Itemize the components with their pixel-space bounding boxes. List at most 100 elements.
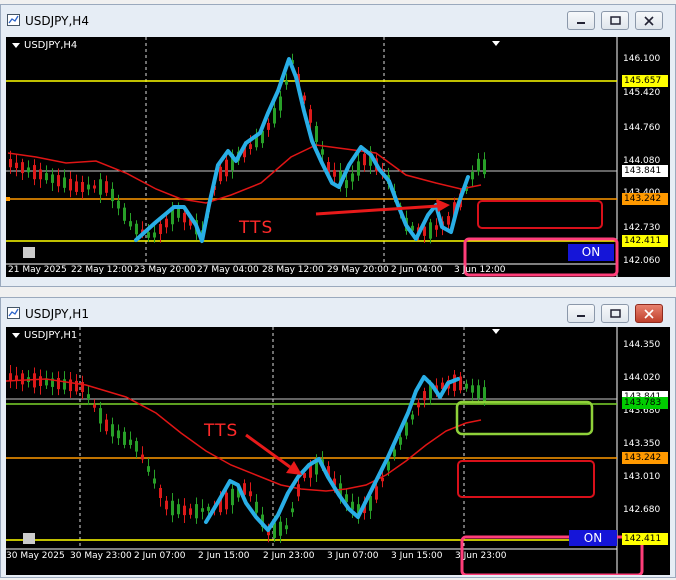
candle-body — [405, 422, 408, 436]
maximize-icon — [610, 16, 621, 25]
candle-body — [147, 466, 150, 472]
time-axis-label: 2 Jun 15:00 — [198, 551, 250, 561]
window-title: USDJPY,H1 — [25, 307, 89, 321]
candle-body — [33, 165, 36, 180]
candle-body — [21, 162, 24, 174]
price-scale-label: 142.680 — [623, 505, 661, 515]
candle-body — [207, 506, 210, 511]
candle-body — [381, 477, 384, 482]
candle-body — [351, 173, 354, 182]
time-axis-label: 3 Jun 15:00 — [391, 551, 443, 561]
time-axis-label: 2 Jun 23:00 — [263, 551, 315, 561]
candle-body — [273, 108, 276, 124]
candle-body — [39, 169, 42, 180]
time-axis-label: 23 May 20:00 — [134, 265, 196, 275]
time-axis-label: 2 Jun 07:00 — [134, 551, 186, 561]
minimize-icon — [577, 22, 585, 24]
candle-body — [393, 449, 396, 457]
candle-body — [201, 508, 204, 512]
candle-body — [255, 501, 258, 513]
candle-body — [99, 408, 102, 424]
maximize-button[interactable] — [601, 304, 629, 323]
candle-body — [135, 441, 138, 452]
time-axis-label: 30 May 23:00 — [70, 551, 132, 561]
price-chart-h4[interactable]: USDJPY,H4 146.100 145.420 144.760 144.08… — [6, 37, 670, 277]
candle-body — [111, 188, 114, 202]
candle-body — [57, 377, 60, 390]
candle-body — [63, 379, 66, 390]
candle-body — [159, 487, 162, 499]
candle-body — [429, 222, 432, 239]
chart-canvas-h4 — [6, 37, 619, 277]
price-scale-label: 142.730 — [623, 223, 661, 233]
time-axis-label: 27 May 04:00 — [197, 265, 259, 275]
window-titlebar[interactable]: USDJPY,H4 — [1, 5, 675, 37]
chart-corner-marker[interactable] — [23, 533, 35, 544]
candle-body — [399, 437, 402, 445]
candle-body — [129, 439, 132, 445]
dropdown-triangle-icon[interactable] — [12, 332, 20, 338]
candle-body — [105, 419, 108, 432]
candle-body — [471, 385, 474, 393]
candle-body — [51, 174, 54, 183]
candle-body — [81, 381, 84, 393]
candle-body — [183, 212, 186, 223]
candle-body — [135, 223, 138, 235]
price-scale-label: 143.010 — [623, 472, 661, 482]
time-axis-label: 2 Jun 04:00 — [391, 265, 443, 275]
candle-body — [105, 181, 108, 193]
candle-body — [387, 461, 390, 471]
candle-body — [45, 173, 48, 181]
on-toggle-button[interactable]: ON — [569, 530, 617, 546]
minimize-button[interactable] — [567, 11, 595, 30]
candle-body — [231, 488, 234, 506]
symbol-label: USDJPY,H1 — [12, 330, 77, 341]
candle-body — [315, 126, 318, 142]
chart-window-h4[interactable]: USDJPY,H4 USDJPY,H4 146.100 145.420 144.… — [0, 4, 676, 287]
price-tag-orange: 143.242 — [622, 193, 668, 205]
close-button[interactable] — [635, 11, 663, 30]
price-scale-label: 143.350 — [623, 439, 661, 449]
minimize-button[interactable] — [567, 304, 595, 323]
price-scale-label: 145.420 — [623, 88, 661, 98]
candle-body — [471, 172, 474, 180]
candle-body — [411, 414, 414, 420]
red-zone-box[interactable] — [477, 200, 603, 229]
candle-body — [303, 95, 306, 101]
candle-body — [357, 161, 360, 176]
candle-body — [165, 218, 168, 228]
candle-body — [435, 225, 438, 230]
maximize-icon — [610, 309, 621, 318]
dropdown-triangle-icon[interactable] — [12, 42, 20, 48]
candle-body — [87, 184, 90, 190]
price-scale-label: 144.350 — [623, 340, 661, 350]
candle-body — [123, 431, 126, 445]
tts-annotation: TTS — [239, 218, 274, 238]
price-chart-h1[interactable]: USDJPY,H1 144.350 144.020 143.680 143.35… — [6, 327, 670, 575]
close-icon — [644, 16, 654, 26]
chart-window-h1[interactable]: USDJPY,H1 USDJPY,H1 144.350 144.020 143.… — [0, 297, 676, 578]
candle-body — [117, 200, 120, 209]
maximize-button[interactable] — [601, 11, 629, 30]
green-zone-box[interactable] — [455, 400, 594, 436]
price-tag-orange: 143.242 — [622, 452, 668, 464]
chart-window-icon — [7, 14, 20, 26]
price-tag-yellow: 142.411 — [622, 235, 668, 247]
candle-body — [195, 504, 198, 519]
candle-body — [81, 181, 84, 193]
chart-corner-marker[interactable] — [23, 247, 35, 258]
close-button[interactable] — [635, 304, 663, 323]
annotation-arrow[interactable] — [245, 433, 302, 475]
candle-body — [69, 178, 72, 191]
candle-body — [75, 380, 78, 392]
candle-body — [267, 122, 270, 130]
window-title: USDJPY,H4 — [25, 14, 89, 28]
hand-drawn-pattern-line[interactable] — [204, 375, 460, 532]
on-toggle-button[interactable]: ON — [568, 244, 614, 261]
red-zone-box[interactable] — [457, 460, 595, 498]
candle-body — [57, 175, 60, 187]
candle-body — [417, 402, 420, 408]
window-titlebar[interactable]: USDJPY,H1 — [1, 298, 675, 330]
candle-body — [165, 500, 168, 510]
time-axis-label: 29 May 20:00 — [327, 265, 389, 275]
